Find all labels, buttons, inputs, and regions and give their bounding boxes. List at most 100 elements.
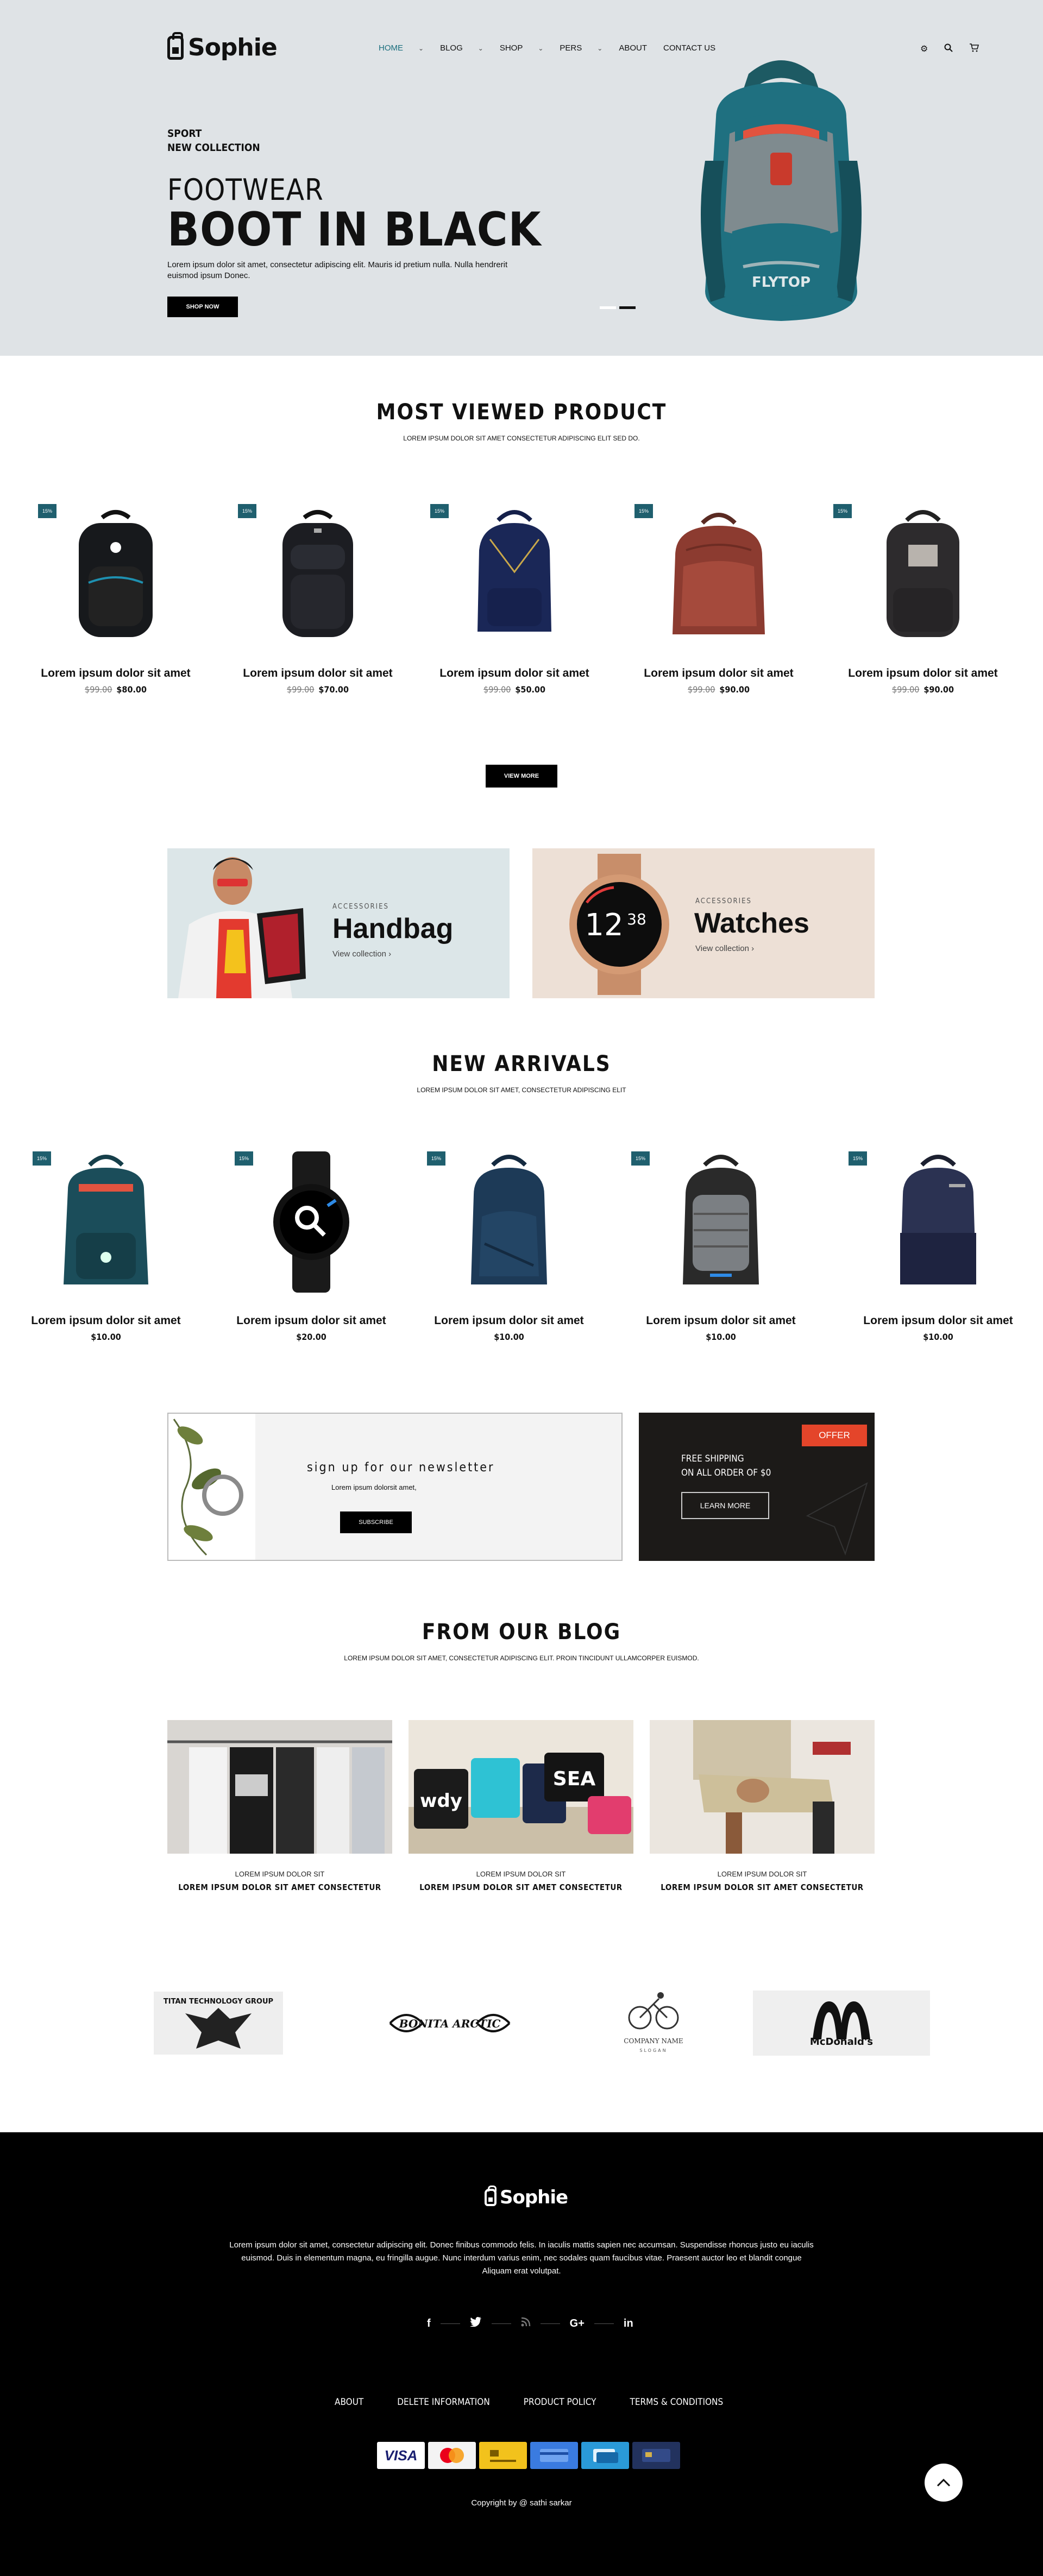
subscribe-button[interactable]: SUBSCRIBE (340, 1511, 412, 1533)
most-viewed-title: MOST VIEWED PRODUCT (376, 400, 667, 425)
product-name[interactable]: Lorem ipsum dolor sit amet (222, 1314, 401, 1327)
newsletter-title: sign up for our newsletter (307, 1460, 495, 1475)
product-card[interactable]: 15% Lorem ipsum dolor sit amet $10.00 (849, 1151, 1028, 1342)
product-name[interactable]: Lorem ipsum dolor sit amet (631, 1314, 810, 1327)
blog-post[interactable]: LOREM IPSUM DOLOR SIT LOREM IPSUM DOLOR … (650, 1720, 875, 1892)
product-image[interactable] (222, 1151, 401, 1293)
footer-link-product-policy[interactable]: PRODUCT POLICY (524, 2397, 596, 2408)
product-name[interactable]: Lorem ipsum dolor sit amet (833, 667, 1013, 680)
old-price: $99.00 (483, 684, 511, 695)
product-card[interactable]: 15% Lorem ipsum dolor sit amet $99.00 $90… (833, 504, 1013, 695)
hero-sub-line: SPORT (167, 128, 202, 140)
product-name[interactable]: Lorem ipsum dolor sit amet (425, 667, 604, 680)
blog-image[interactable]: wdy SEA (409, 1720, 633, 1854)
product-image[interactable] (833, 504, 1013, 645)
blog-subtitle: LOREM IPSUM DOLOR SIT AMET, CONSECTETUR … (344, 1654, 699, 1662)
slider-dot[interactable] (600, 306, 616, 309)
footer-link-terms[interactable]: TERMS & CONDITIONS (630, 2397, 724, 2408)
twitter-icon[interactable] (469, 2317, 482, 2330)
nav-item-home[interactable]: Home ⌄ (379, 43, 424, 53)
gear-icon[interactable]: ⚙ (920, 43, 928, 55)
view-more-button[interactable]: VIEW MORE (486, 765, 557, 788)
brand-logo-titan[interactable]: TITAN TECHNOLOGY GROUP (154, 1988, 283, 2058)
sale-price: $90.00 (719, 684, 750, 695)
product-image[interactable] (228, 504, 407, 645)
brand-logo-mcdonalds[interactable]: McDonald's (753, 1988, 930, 2058)
mcdonalds-logo-image: McDonald's (753, 1991, 930, 2056)
nav-item-pers[interactable]: Pers ⌄ (560, 43, 602, 53)
slider-dots (600, 306, 636, 309)
footer-logo[interactable]: Sophie (485, 2185, 568, 2208)
product-card[interactable]: 15% Lorem ipsum dolor sit amet $20.00 (222, 1151, 401, 1342)
facebook-icon[interactable]: f (427, 2317, 431, 2330)
product-name[interactable]: Lorem ipsum dolor sit amet (419, 1314, 599, 1327)
search-icon[interactable] (944, 43, 953, 55)
product-image[interactable] (16, 1151, 196, 1293)
footer-link-delete-information[interactable]: DELETE INFORMATION (397, 2397, 490, 2408)
product-name[interactable]: Lorem ipsum dolor sit amet (16, 1314, 196, 1327)
footer-link-about[interactable]: ABOUT (335, 2397, 363, 2408)
divider (594, 2323, 614, 2324)
discount-badge: 15% (833, 504, 852, 518)
nav-label: Pers (560, 43, 582, 53)
backpack-image (477, 510, 551, 632)
blog-image[interactable] (167, 1720, 392, 1854)
google-plus-icon[interactable]: G+ (570, 2317, 585, 2330)
product-card[interactable]: 15% Lorem ipsum dolor sit amet $10.00 (631, 1151, 810, 1342)
product-card[interactable]: 15% Lorem ipsum dolor sit amet $10.00 (419, 1151, 599, 1342)
rss-icon[interactable] (521, 2317, 531, 2330)
discount-badge: 15% (238, 504, 256, 518)
blog-post[interactable]: LOREM IPSUM DOLOR SIT LOREM IPSUM DOLOR … (167, 1720, 392, 1892)
product-image[interactable] (631, 1151, 810, 1293)
product-card[interactable]: 15% Lorem ipsum dolor sit amet $99.00 $80… (26, 504, 205, 695)
product-card[interactable]: 15% Lorem ipsum dolor sit amet $99.00 $70… (228, 504, 407, 695)
blog-post[interactable]: wdy SEA LOREM IPSUM DOLOR SIT LOREM IPSU… (409, 1720, 633, 1892)
newsletter-box: sign up for our newsletter Lorem ipsum d… (167, 1413, 623, 1561)
backpack-image (900, 1155, 976, 1284)
banner-category: ACCESSORIES (695, 897, 752, 905)
hero-sub-line: NEW COLLECTION (167, 142, 260, 154)
scroll-to-top-button[interactable] (925, 2464, 963, 2502)
view-collection-link[interactable]: View collection › (695, 944, 754, 953)
blog-image[interactable] (650, 1720, 875, 1854)
banner-title: Handbag (332, 913, 454, 944)
product-card[interactable]: 15% Lorem ipsum dolor sit amet $10.00 (16, 1151, 196, 1342)
product-name[interactable]: Lorem ipsum dolor sit amet (629, 667, 808, 680)
handbag-banner[interactable]: ACCESSORIES Handbag View collection › (167, 848, 510, 998)
watches-banner[interactable]: 12 38 ACCESSORIES Watches View collectio… (532, 848, 875, 998)
product-card[interactable]: 15% Lorem ipsum dolor sit amet $99.00 $50… (425, 504, 604, 695)
blog-post-title[interactable]: LOREM IPSUM DOLOR SIT AMET CONSECTETUR (650, 1882, 875, 1892)
nav-item-blog[interactable]: Blog ⌄ (440, 43, 483, 53)
product-card[interactable]: 15% Lorem ipsum dolor sit amet $99.00 $90… (629, 504, 808, 695)
product-image[interactable] (419, 1151, 599, 1293)
link-label: View collection (695, 944, 749, 953)
chevron-down-icon: ⌄ (477, 44, 483, 52)
product-name[interactable]: Lorem ipsum dolor sit amet (26, 667, 205, 680)
blog-post-title[interactable]: LOREM IPSUM DOLOR SIT AMET CONSECTETUR (167, 1882, 392, 1892)
product-image[interactable] (425, 504, 604, 645)
linkedin-icon[interactable]: in (624, 2317, 633, 2330)
blog-post-title[interactable]: LOREM IPSUM DOLOR SIT AMET CONSECTETUR (409, 1882, 633, 1892)
hero-backpack-image: FLYTOP (701, 60, 862, 321)
site-logo[interactable]: Sophie (167, 32, 278, 61)
product-image[interactable] (629, 504, 808, 645)
brand-logo-company[interactable]: COMPANY NAME SLOGAN (613, 1988, 694, 2058)
nav-item-about[interactable]: About (619, 43, 647, 53)
learn-more-button[interactable]: LEARN MORE (681, 1492, 769, 1519)
nav-item-shop[interactable]: Shop ⌄ (500, 43, 544, 53)
nav-item-contact[interactable]: Contact Us (663, 43, 715, 53)
brand-logo-bonita[interactable]: BONITA ARCTIC (385, 1988, 515, 2058)
discount-badge: 15% (634, 504, 653, 518)
view-collection-link[interactable]: View collection › (332, 949, 391, 959)
smartwatch-image: 12 38 (569, 854, 669, 995)
shop-now-button[interactable]: SHOP NOW (167, 297, 238, 317)
product-name[interactable]: Lorem ipsum dolor sit amet (228, 667, 407, 680)
product-name[interactable]: Lorem ipsum dolor sit amet (849, 1314, 1028, 1327)
product-image[interactable] (849, 1151, 1028, 1293)
product-image[interactable] (26, 504, 205, 645)
slider-dot-active[interactable] (619, 306, 636, 309)
cart-icon[interactable] (969, 43, 979, 55)
plant-decoration-image (168, 1414, 255, 1560)
chevron-down-icon: ⌄ (418, 44, 424, 52)
old-price: $99.00 (287, 684, 315, 695)
